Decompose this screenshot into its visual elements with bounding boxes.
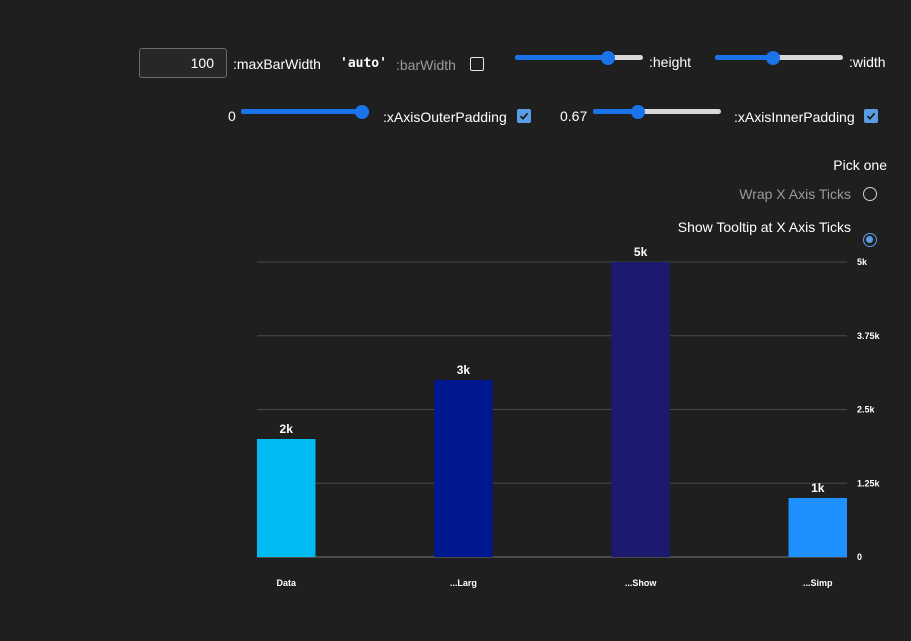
x-tick-label: ...Show: [625, 578, 657, 588]
x-tick-label: ...Simp: [803, 578, 833, 588]
bar: [257, 439, 316, 557]
data-label: 5k: [634, 245, 648, 259]
y-tick-label: 2.5k: [857, 405, 876, 415]
data-label: 2k: [280, 422, 294, 436]
data-label: 3k: [457, 363, 471, 377]
data-label: 1k: [811, 481, 825, 495]
y-tick-label: 5k: [857, 257, 868, 267]
y-tick-label: 3.75k: [857, 331, 881, 341]
bar: [611, 262, 670, 557]
x-tick-label: Data: [276, 578, 297, 588]
x-tick-label: ...Larg: [450, 578, 477, 588]
bar: [788, 498, 847, 557]
bar: [434, 380, 493, 557]
y-tick-label: 1.25k: [857, 478, 881, 488]
y-tick-label: 0: [857, 552, 862, 562]
bar-chart: 0 1.25k 2.5k 3.75k 5k 2k Data 3k ...Larg 5k ...Sho…: [257, 245, 881, 588]
